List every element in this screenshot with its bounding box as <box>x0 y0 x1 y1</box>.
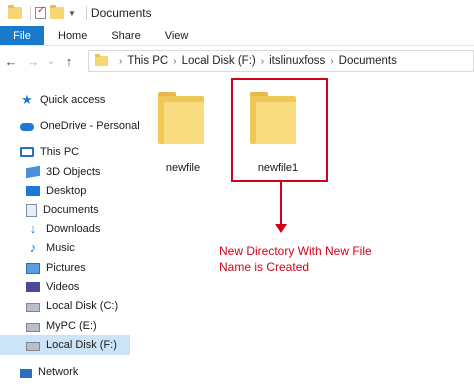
new-folder-icon[interactable] <box>50 5 64 19</box>
tab-file[interactable]: File <box>0 26 44 45</box>
address-bar[interactable]: › This PC › Local Disk (F:) › itslinuxfo… <box>88 50 474 72</box>
sidebar-item-pictures[interactable]: Pictures <box>0 258 132 278</box>
annotation-arrow <box>280 182 282 226</box>
file-name[interactable]: newfile <box>143 162 223 174</box>
folder-icon[interactable] <box>158 92 204 144</box>
sidebar-item-videos[interactable]: Videos <box>0 277 132 297</box>
navigation-pane: ★ Quick access OneDrive - Personal This … <box>0 84 140 390</box>
chevron-right-icon[interactable]: › <box>261 56 264 67</box>
sidebar-item-local-disk-f[interactable]: Local Disk (F:) <box>0 335 130 355</box>
sidebar-item-network[interactable]: Network <box>0 362 132 382</box>
folder-icon <box>95 54 108 66</box>
sidebar-item-desktop[interactable]: Desktop <box>0 181 132 201</box>
sidebar-item-label: Quick access <box>40 94 106 106</box>
annotation-line: Name is Created <box>219 260 310 274</box>
sidebar-item-3d-objects[interactable]: 3D Objects <box>0 162 132 182</box>
cube-icon <box>26 165 40 179</box>
sidebar-item-label: This PC <box>40 146 80 158</box>
computer-icon <box>20 147 34 157</box>
sidebar-item-label: Documents <box>43 204 99 216</box>
title-bar: ▼ Documents <box>0 0 474 26</box>
sidebar-item-music[interactable]: ♪ Music <box>0 238 132 258</box>
picture-icon <box>26 262 40 274</box>
breadcrumb-local-disk-f[interactable]: Local Disk (F:) <box>182 55 256 67</box>
video-icon <box>26 282 40 292</box>
address-row: ← → ⌄ ↑ › This PC › Local Disk (F:) › it… <box>0 46 474 76</box>
star-icon: ★ <box>21 92 33 107</box>
disk-icon <box>26 322 40 332</box>
network-icon <box>20 368 32 378</box>
sidebar-item-local-disk-c[interactable]: Local Disk (C:) <box>0 296 132 316</box>
window-title: Documents <box>90 6 152 20</box>
tab-share[interactable]: Share <box>99 26 152 45</box>
forward-button[interactable]: → <box>22 54 44 69</box>
desktop-icon <box>26 186 40 196</box>
ribbon-tabs: File Home Share View <box>0 26 474 46</box>
arrow-head-icon <box>275 224 287 233</box>
sidebar-item-quick-access[interactable]: ★ Quick access <box>0 90 132 110</box>
annotation-line: New Directory With New File <box>219 244 372 258</box>
sidebar-item-documents[interactable]: Documents <box>0 200 132 220</box>
chevron-right-icon[interactable]: › <box>119 56 122 67</box>
sidebar-item-label: OneDrive - Personal <box>40 120 140 132</box>
sidebar-item-label: Local Disk (C:) <box>46 300 119 312</box>
tab-view[interactable]: View <box>153 26 201 45</box>
highlight-box <box>231 78 328 182</box>
sidebar-item-label: Videos <box>46 281 80 293</box>
sidebar-item-label: 3D Objects <box>46 166 101 178</box>
breadcrumb-this-pc[interactable]: This PC <box>127 55 168 67</box>
disk-icon <box>26 341 40 351</box>
disk-icon <box>26 302 40 312</box>
sidebar-item-label: Music <box>46 242 75 254</box>
properties-icon[interactable] <box>35 5 46 19</box>
folder-icon[interactable] <box>8 5 22 19</box>
sidebar-item-label: Pictures <box>46 262 86 274</box>
sidebar-item-label: Desktop <box>46 185 87 197</box>
folder-front <box>164 102 204 144</box>
recent-locations-button[interactable]: ⌄ <box>44 56 58 67</box>
music-icon: ♪ <box>29 240 37 255</box>
breadcrumb-itslinuxfoss[interactable]: itslinuxfoss <box>269 55 325 67</box>
sidebar-item-label: Downloads <box>46 223 101 235</box>
sidebar-item-onedrive[interactable]: OneDrive - Personal <box>0 116 140 136</box>
sidebar-item-downloads[interactable]: ↓ Downloads <box>0 219 132 239</box>
tab-home[interactable]: Home <box>44 26 99 45</box>
sidebar-item-mypc-e[interactable]: MyPC (E:) <box>0 316 132 336</box>
chevron-right-icon[interactable]: › <box>173 56 176 67</box>
sidebar-item-label: MyPC (E:) <box>46 320 97 332</box>
sidebar-item-label: Network <box>38 366 79 378</box>
breadcrumb-documents[interactable]: Documents <box>339 55 397 67</box>
chevron-down-icon[interactable]: ▼ <box>68 9 76 18</box>
document-icon <box>26 203 37 217</box>
back-button[interactable]: ← <box>0 54 22 69</box>
cloud-icon <box>20 123 34 131</box>
chevron-right-icon[interactable]: › <box>330 56 333 67</box>
annotation-text: New Directory With New File Name is Crea… <box>219 243 459 275</box>
up-button[interactable]: ↑ <box>58 54 80 69</box>
sidebar-item-this-pc[interactable]: This PC <box>0 142 132 162</box>
separator <box>85 6 87 20</box>
download-icon: ↓ <box>29 221 37 236</box>
separator <box>30 6 31 20</box>
sidebar-item-label: Local Disk (F:) <box>46 339 117 351</box>
